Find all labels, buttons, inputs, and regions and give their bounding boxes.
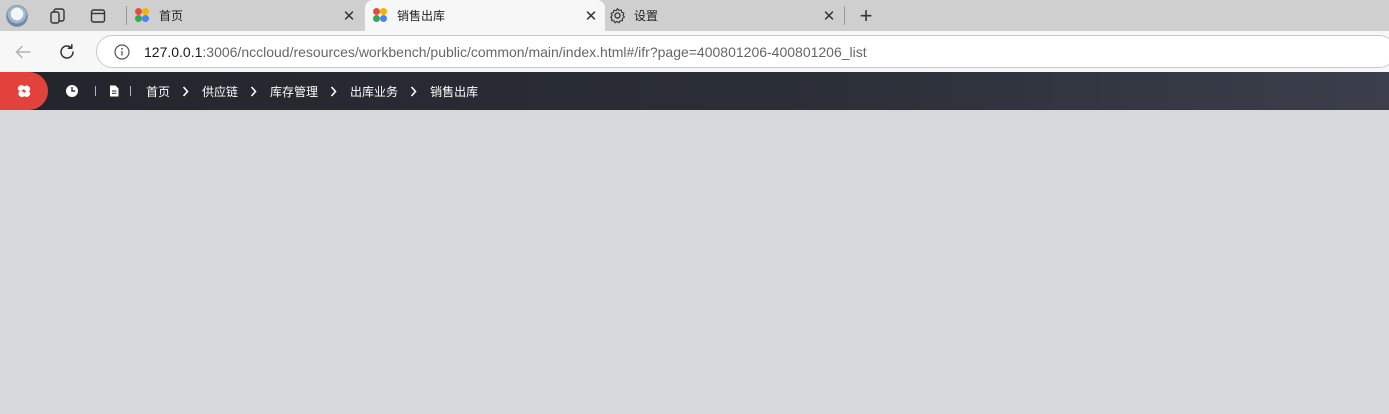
tab-home[interactable]: 首页 ✕ (127, 0, 363, 31)
tab-actions-button[interactable] (78, 0, 118, 31)
breadcrumb-home[interactable]: 首页 (146, 83, 170, 100)
url-text: 127.0.0.1:3006/nccloud/resources/workben… (144, 44, 867, 60)
back-button[interactable] (6, 35, 40, 69)
divider (130, 86, 131, 96)
vertical-tabs-icon (90, 8, 106, 23)
tab-separator (844, 6, 845, 25)
browser-toolbar: 127.0.0.1:3006/nccloud/resources/workben… (0, 31, 1389, 72)
workspaces-icon (50, 7, 65, 24)
arrow-left-icon (15, 45, 31, 59)
avatar (6, 4, 28, 27)
new-tab-button[interactable]: + (852, 0, 880, 31)
app-colorful-icon (373, 8, 388, 23)
divider (95, 86, 96, 96)
close-tab-icon[interactable]: ✕ (579, 4, 603, 28)
breadcrumb: 首页 供应链 库存管理 出库业务 销售出库 (146, 72, 478, 110)
tab-sales-outbound[interactable]: 销售出库 ✕ (365, 0, 605, 31)
breadcrumb-current: 销售出库 (430, 84, 479, 99)
tab-title: 设置 (634, 9, 659, 23)
chevron-right-icon (402, 85, 424, 97)
tab-title: 首页 (159, 9, 184, 23)
chevron-right-icon (174, 85, 196, 97)
url-path: :3006/nccloud/resources/workbench/public… (202, 43, 867, 60)
browser-tab-strip: 首页 ✕ 销售出库 ✕ 设置 ✕ + (0, 0, 1389, 31)
app-colorful-icon (135, 8, 150, 23)
profile-avatar[interactable] (0, 0, 34, 31)
tab-settings[interactable]: 设置 ✕ (605, 0, 843, 31)
breadcrumb-outbound[interactable]: 出库业务 (350, 83, 398, 100)
close-tab-icon[interactable]: ✕ (817, 4, 841, 28)
app-menu-button[interactable] (0, 72, 48, 110)
reload-button[interactable] (50, 35, 84, 69)
tab-title: 销售出库 (397, 9, 446, 23)
document-icon[interactable] (107, 84, 121, 98)
chevron-right-icon (322, 85, 344, 97)
reload-icon (60, 44, 74, 59)
workspaces-button[interactable] (38, 0, 78, 31)
chevron-right-icon (242, 85, 264, 97)
page-content-area (0, 110, 1389, 414)
info-icon[interactable] (114, 43, 130, 60)
clover-logo-icon (17, 85, 31, 98)
url-host: 127.0.0.1 (144, 43, 203, 60)
breadcrumb-supply-chain[interactable]: 供应链 (202, 83, 238, 100)
address-bar[interactable]: 127.0.0.1:3006/nccloud/resources/workben… (96, 35, 1389, 68)
app-header: 首页 供应链 库存管理 出库业务 销售出库 (0, 72, 1389, 110)
breadcrumb-inventory[interactable]: 库存管理 (270, 83, 318, 100)
clock-icon[interactable] (65, 84, 79, 98)
close-tab-icon[interactable]: ✕ (337, 4, 361, 28)
gear-icon (610, 7, 625, 24)
